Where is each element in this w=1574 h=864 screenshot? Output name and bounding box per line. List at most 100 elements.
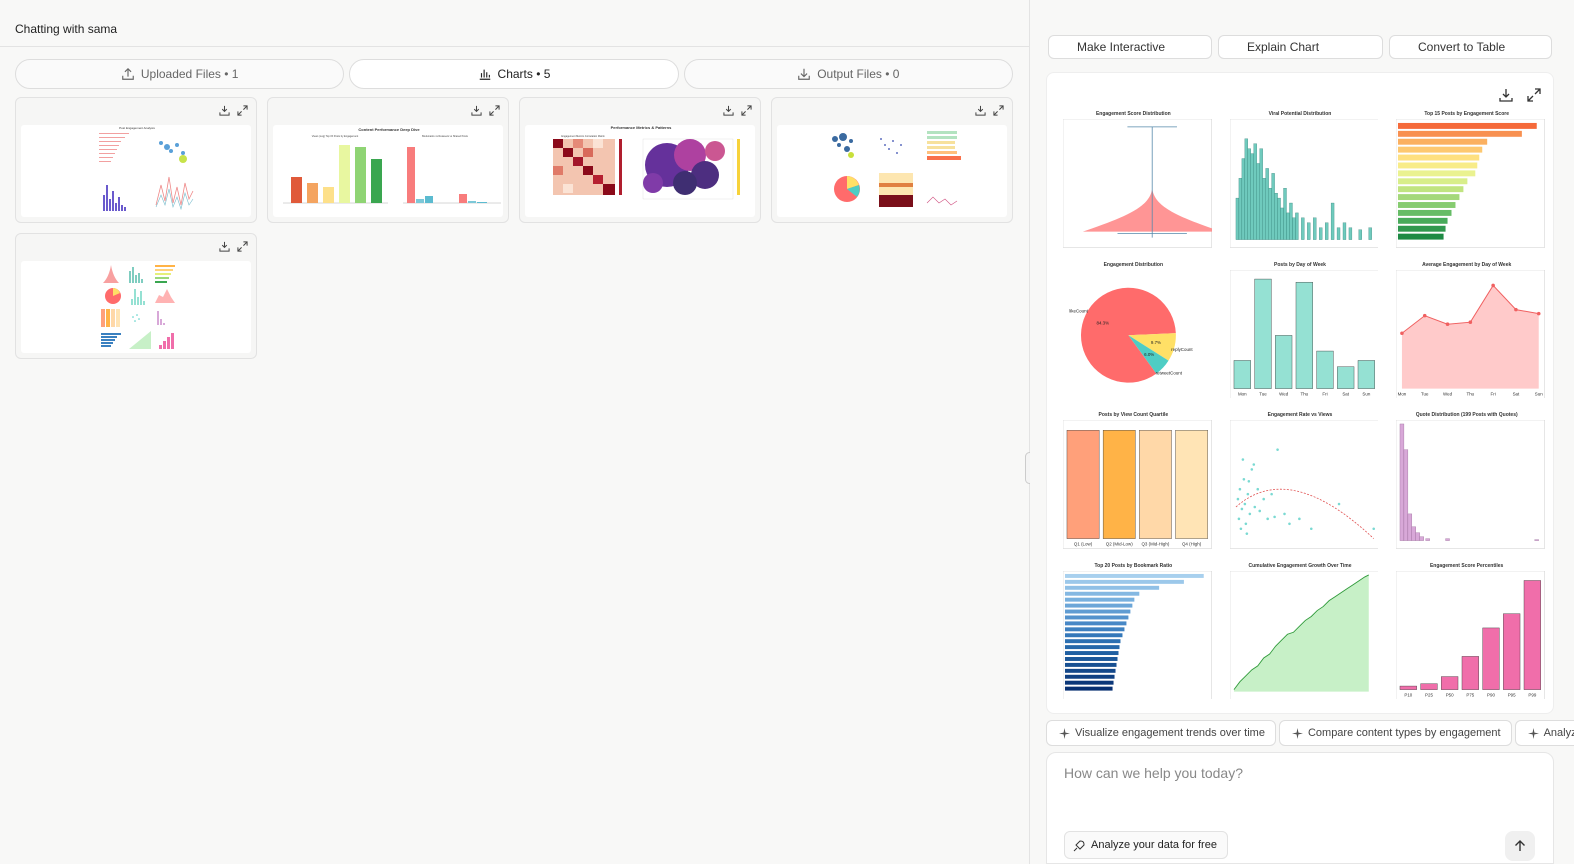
chart-top-15-posts-by-engagement: Top 15 Posts by Engagement Score: [1386, 111, 1547, 256]
chart-posts-by-day-of-week: Posts by Day of Week Mon Tue Wed Thu Fri Sat S…: [1220, 262, 1381, 407]
tick-label: P50: [1446, 692, 1454, 697]
chart-posts-by-view-count-quartile: Posts by View Count Quartile Q1 (Low) Q2 …: [1053, 412, 1214, 557]
data-point: [1537, 311, 1541, 315]
chat-input-box[interactable]: How can we help you today? Analyze your …: [1046, 752, 1554, 864]
tab-label: Output Files • 0: [817, 67, 900, 81]
tick-label: P90: [1487, 692, 1495, 697]
chart-thumbnail[interactable]: Content Performance Deep Dive Views (Log…: [267, 97, 509, 223]
chart-title: Cumulative Engagement Growth Over Time: [1248, 562, 1352, 569]
tick-label: Sat: [1342, 391, 1349, 396]
tick-label: Tue: [1259, 391, 1267, 396]
tab-uploaded-files[interactable]: Uploaded Files • 1: [15, 59, 345, 89]
chart-thumbnail[interactable]: Performance Metrics & Patterns Engagemen…: [519, 97, 761, 223]
data-point: [1446, 321, 1450, 326]
data-point: [1491, 283, 1496, 287]
chart-thumbnail[interactable]: [771, 97, 1013, 223]
tick-label: P25: [1425, 692, 1433, 697]
expand-icon[interactable]: [1527, 88, 1541, 102]
tick-label: P10: [1405, 692, 1413, 697]
download-icon: [798, 68, 811, 80]
suggestion-chip[interactable]: Analyz: [1514, 720, 1574, 746]
button-label: Analyze your data for free: [1091, 839, 1217, 851]
chart-title: Quote Distribution (199 Posts with Quote…: [1415, 412, 1518, 418]
tick-label: Q1 (Low): [1074, 542, 1093, 547]
button-label: Convert to Table: [1418, 40, 1506, 54]
tick-label: Fri: [1491, 391, 1496, 396]
chart-title: Average Engagement by Day of Week: [1422, 261, 1512, 268]
top-bar: Chatting with sama: [0, 0, 1030, 47]
tick-label: Wed: [1443, 391, 1453, 396]
download-icon[interactable]: [219, 105, 230, 116]
expand-icon[interactable]: [237, 105, 248, 116]
analyze-free-button[interactable]: Analyze your data for free: [1064, 831, 1228, 859]
download-icon[interactable]: [1499, 88, 1513, 102]
expand-icon[interactable]: [237, 241, 248, 252]
files-tab-bar: Uploaded Files • 1 Charts • 5 Output Fil…: [15, 59, 1013, 89]
chart-title: Top 20 Posts by Bookmark Ratio: [1094, 562, 1173, 569]
tick-label: Sun: [1535, 391, 1543, 396]
slice-percent-label: 84.3%: [1096, 320, 1109, 325]
data-point: [1468, 319, 1473, 324]
tick-label: Wed: [1279, 391, 1289, 396]
slice-name-label: replyCount: [1171, 346, 1193, 351]
convert-to-table-button[interactable]: Convert to Table: [1389, 35, 1552, 59]
make-interactive-button[interactable]: Make Interactive: [1048, 35, 1212, 59]
sparkle-icon: [1527, 728, 1539, 739]
bar-mark: [1139, 430, 1172, 539]
tick-label: Thu: [1467, 391, 1475, 396]
bar-mark: [1420, 682, 1438, 690]
button-label: Explain Chart: [1247, 40, 1320, 54]
thumbnail-title: Performance Metrics & Patterns: [611, 125, 672, 130]
send-button[interactable]: [1505, 831, 1535, 861]
tick-label: Thu: [1300, 391, 1308, 396]
chart-quote-distribution: Quote Distribution (199 Posts with Quote…: [1386, 412, 1547, 557]
expand-icon[interactable]: [741, 105, 752, 116]
chart-title: Engagement Score Percentiles: [1429, 562, 1504, 569]
thumbnail-subtitle: Bookmarks vs Retweets vs Shared Posts: [422, 135, 468, 138]
thumbnail-image: Performance Metrics & Patterns Engagemen…: [525, 125, 755, 217]
download-icon[interactable]: [975, 105, 986, 116]
tick-label: Sat: [1513, 391, 1520, 396]
download-icon[interactable]: [723, 105, 734, 116]
bar-mark: [1357, 359, 1375, 389]
expand-icon[interactable]: [993, 105, 1004, 116]
sparkle-icon: [1291, 728, 1303, 739]
upload-icon: [122, 67, 134, 80]
bar-mark: [1175, 430, 1208, 539]
download-icon[interactable]: [471, 105, 482, 116]
sparkle-icon: [1059, 728, 1070, 739]
suggestion-chip[interactable]: Visualize engagement trends over time: [1046, 720, 1276, 746]
chart-title: Engagement Rate vs Views: [1267, 412, 1333, 418]
chart-engagement-distribution: Engagement Distribution 84.3% likeCount 9.…: [1053, 262, 1214, 407]
bar-mark: [1503, 613, 1521, 690]
thumbnail-subtitle: Views (Log) Top 15 Posts by Engagement: [312, 135, 359, 138]
tick-label: Sun: [1362, 391, 1370, 396]
tab-label: Charts • 5: [497, 67, 551, 81]
tick-label: P75: [1467, 692, 1475, 697]
chip-label: Compare content types by engagement: [1307, 727, 1501, 739]
suggestion-chip[interactable]: Compare content types by engagement: [1278, 720, 1512, 746]
chart-title: Engagement Distribution: [1103, 261, 1164, 268]
tab-charts[interactable]: Charts • 5: [349, 59, 679, 89]
bar-mark: [1524, 579, 1542, 690]
tick-label: Q3 (Mid-High): [1141, 542, 1169, 547]
tab-output-files[interactable]: Output Files • 0: [683, 59, 1013, 89]
bar-mark: [1441, 675, 1459, 690]
chart-thumbnail[interactable]: Post Engagement Analysis: [15, 97, 257, 223]
bar-mark: [1274, 334, 1292, 389]
bar-mark: [1066, 430, 1100, 539]
slice-percent-label: 6.0%: [1144, 352, 1154, 357]
tick-label: Q4 (High): [1182, 542, 1202, 547]
bar-mark: [1462, 655, 1480, 690]
data-point: [1423, 313, 1427, 317]
chart-top-20-posts-by-bookmark-ratio: Top 20 Posts by Bookmark Ratio: [1053, 563, 1214, 708]
button-label: Make Interactive: [1077, 40, 1166, 54]
chat-input-placeholder[interactable]: How can we help you today?: [1064, 765, 1243, 781]
bar-mark: [1482, 627, 1500, 690]
expand-icon[interactable]: [489, 105, 500, 116]
tick-label: P95: [1508, 692, 1516, 697]
download-icon[interactable]: [219, 241, 230, 252]
chip-label: Analyz: [1543, 727, 1574, 739]
chart-thumbnail[interactable]: [15, 233, 257, 359]
explain-chart-button[interactable]: Explain Chart: [1218, 35, 1383, 59]
